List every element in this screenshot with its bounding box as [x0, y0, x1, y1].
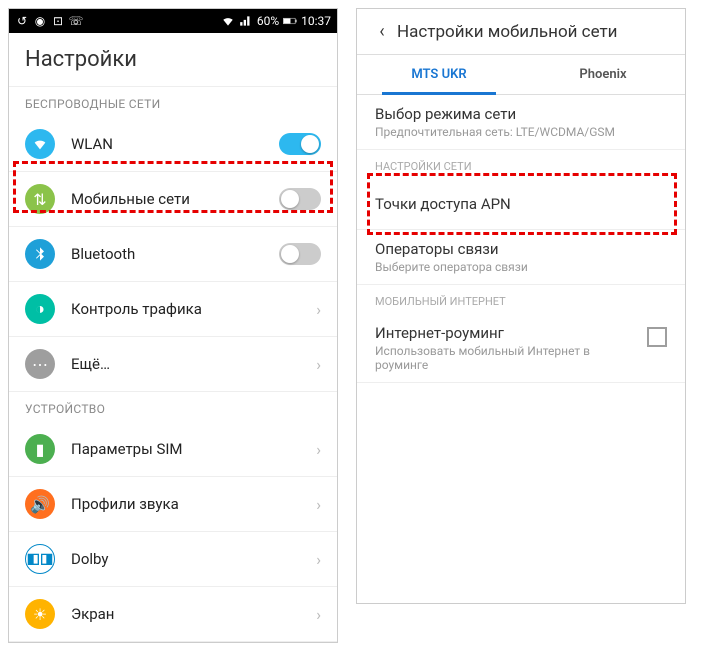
row-label: Экран	[71, 605, 308, 623]
section-wireless: БЕСПРОВОДНЫЕ СЕТИ	[9, 87, 337, 117]
row-label: Dolby	[71, 550, 308, 568]
row-sound[interactable]: 🔊 Профили звука ›	[9, 477, 337, 532]
row-title: Выбор режима сети	[375, 105, 667, 123]
data-usage-icon: ◑	[25, 294, 55, 324]
row-roaming[interactable]: Интернет-роуминг Использовать мобильный …	[357, 314, 685, 383]
battery-percent: 60%	[257, 14, 279, 28]
eye-icon: ◉	[33, 14, 47, 28]
dolby-icon: ◧◨	[25, 544, 55, 574]
row-traffic[interactable]: ◑ Контроль трафика ›	[9, 282, 337, 337]
row-dolby[interactable]: ◧◨ Dolby ›	[9, 532, 337, 587]
chevron-right-icon: ›	[316, 300, 321, 319]
row-bluetooth[interactable]: Bluetooth	[9, 227, 337, 282]
page-title: Настройки	[9, 33, 337, 87]
chevron-right-icon: ›	[316, 355, 321, 374]
signal-icon	[239, 14, 253, 28]
wlan-toggle[interactable]	[279, 133, 321, 155]
sub-header: ‹ Настройки мобильной сети	[357, 9, 685, 55]
row-operators[interactable]: Операторы связи Выберите оператора связи	[357, 230, 685, 285]
battery-icon	[283, 14, 297, 28]
row-apn[interactable]: Точки доступа APN	[357, 179, 685, 230]
display-icon: ☀	[25, 599, 55, 629]
wifi-icon	[25, 129, 55, 159]
row-label: Контроль трафика	[71, 300, 308, 318]
viber-icon: ☏	[69, 14, 83, 28]
back-button[interactable]: ‹	[367, 21, 397, 42]
screen-title: Настройки мобильной сети	[397, 22, 618, 42]
settings-screen: ↺ ◉ ⊡ ☏ 60% 10:37 Настройки БЕСПРОВОДНЫЕ…	[8, 8, 338, 643]
mobile-toggle[interactable]	[279, 188, 321, 210]
row-label: Мобильные сети	[71, 190, 279, 208]
sim-icon: ▮	[25, 434, 55, 464]
sync-icon: ↺	[15, 14, 29, 28]
chevron-right-icon: ›	[316, 495, 321, 514]
mobile-data-icon: ⇅	[25, 184, 55, 214]
sound-icon: 🔊	[25, 489, 55, 519]
row-title: Интернет-роуминг	[375, 324, 637, 342]
clock: 10:37	[301, 14, 331, 28]
row-more[interactable]: ⋯ Ещё… ›	[9, 337, 337, 392]
sim-tabs: MTS UKR Phoenix	[357, 55, 685, 95]
wifi-icon	[221, 14, 235, 28]
row-sim[interactable]: ▮ Параметры SIM ›	[9, 422, 337, 477]
chevron-right-icon: ›	[316, 605, 321, 624]
bluetooth-toggle[interactable]	[279, 243, 321, 265]
tab-mts-ukr[interactable]: MTS UKR	[357, 55, 521, 94]
chevron-right-icon: ›	[316, 550, 321, 569]
row-label: Параметры SIM	[71, 440, 308, 458]
row-screen[interactable]: ☀ Экран ›	[9, 587, 337, 642]
row-label: Ещё…	[71, 355, 308, 373]
row-label: WLAN	[71, 135, 279, 153]
bluetooth-icon	[25, 239, 55, 269]
row-label: Bluetooth	[71, 245, 279, 263]
app-icon: ⊡	[51, 14, 65, 28]
more-icon: ⋯	[25, 349, 55, 379]
roaming-checkbox[interactable]	[647, 327, 667, 347]
row-title: Операторы связи	[375, 240, 667, 258]
section-network-settings: НАСТРОЙКИ СЕТИ	[357, 150, 685, 179]
row-subtitle: Выберите оператора связи	[375, 260, 667, 274]
section-mobile-internet: МОБИЛЬНЫЙ ИНТЕРНЕТ	[357, 285, 685, 314]
chevron-right-icon: ›	[316, 440, 321, 459]
mobile-network-settings-screen: ‹ Настройки мобильной сети MTS UKR Phoen…	[356, 8, 686, 604]
row-wlan[interactable]: WLAN	[9, 117, 337, 172]
section-device: УСТРОЙСТВО	[9, 392, 337, 422]
row-mobile-networks[interactable]: ⇅ Мобильные сети	[9, 172, 337, 227]
row-subtitle: Предпочтительная сеть: LTE/WCDMA/GSM	[375, 125, 667, 139]
row-label: Профили звука	[71, 495, 308, 513]
row-title: Точки доступа APN	[375, 195, 667, 213]
tab-phoenix[interactable]: Phoenix	[521, 55, 685, 94]
row-subtitle: Использовать мобильный Интернет в роумин…	[375, 344, 637, 372]
row-network-mode[interactable]: Выбор режима сети Предпочтительная сеть:…	[357, 95, 685, 150]
status-bar: ↺ ◉ ⊡ ☏ 60% 10:37	[9, 9, 337, 33]
